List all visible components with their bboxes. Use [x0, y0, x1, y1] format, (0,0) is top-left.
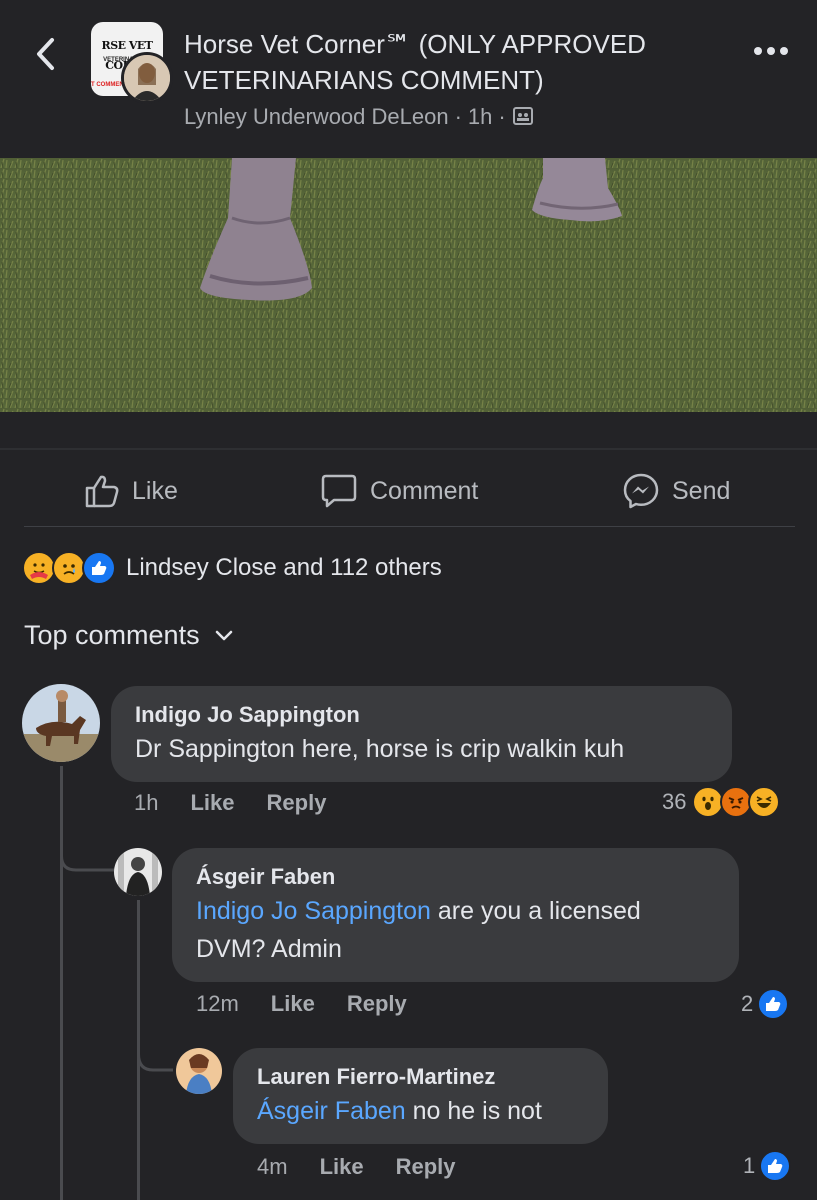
like-label: Like — [132, 476, 178, 505]
author-name[interactable]: Lynley Underwood DeLeon — [184, 104, 449, 129]
comment-reply-button[interactable]: Reply — [396, 1154, 456, 1180]
post-photo[interactable] — [0, 158, 817, 412]
comment-bubble-icon — [321, 474, 357, 508]
comment-button[interactable]: Comment — [320, 470, 478, 512]
commenter-name[interactable]: Ásgeir Faben — [196, 862, 715, 892]
comment-time[interactable]: 4m — [257, 1154, 288, 1180]
reaction-count: 1 — [743, 1153, 756, 1178]
reply-bubble[interactable]: Lauren Fierro-Martinez Ásgeir Faben no h… — [233, 1048, 608, 1144]
section-separator — [0, 448, 817, 450]
commenter-avatar[interactable] — [22, 684, 100, 762]
commenter-avatar[interactable] — [114, 848, 162, 896]
comment-actions: 12m Like Reply — [196, 991, 407, 1017]
comment-text: Ásgeir Faben no he is not — [257, 1092, 584, 1130]
group-privacy-icon — [512, 107, 533, 125]
comment-actions: 1h Like Reply — [134, 790, 326, 816]
reactions-summary[interactable]: Lindsey Close and 112 others — [22, 550, 442, 586]
comment-reply-button[interactable]: Reply — [347, 991, 407, 1017]
comment-time[interactable]: 1h — [134, 790, 158, 816]
reaction-count: 36 — [662, 789, 687, 814]
like-reaction-icon — [82, 551, 116, 585]
commenter-name[interactable]: Lauren Fierro-Martinez — [257, 1062, 584, 1092]
comment-actions: 4m Like Reply — [257, 1154, 456, 1180]
comment-sort-dropdown[interactable]: Top comments — [24, 620, 234, 651]
group-title[interactable]: Horse Vet Corner℠ (ONLY APPROVED VETERIN… — [184, 26, 724, 98]
haha-reaction-icon — [748, 786, 781, 818]
comment-text-part: are you a licensed — [430, 897, 641, 925]
care-reaction-icon — [22, 551, 56, 585]
top-comments-label: Top comments — [24, 620, 200, 650]
reply-bubble[interactable]: Ásgeir Faben Indigo Jo Sappington are yo… — [172, 848, 739, 982]
mention-link[interactable]: Ásgeir Faben — [257, 1097, 406, 1125]
comment-like-button[interactable]: Like — [271, 991, 315, 1017]
comment-text: Dr Sappington here, horse is crip walkin… — [135, 735, 625, 763]
comment-reply-button[interactable]: Reply — [267, 790, 327, 816]
reactions-text: Lindsey Close and 112 others — [126, 554, 442, 581]
messenger-icon — [623, 473, 659, 509]
comment-reactions[interactable]: 1 — [743, 1150, 792, 1182]
post-meta: Lynley Underwood DeLeon · 1h · — [184, 104, 534, 130]
author-avatar[interactable] — [121, 52, 173, 104]
more-options-icon[interactable] — [753, 44, 789, 58]
comment-reactions[interactable]: 2 — [741, 988, 790, 1020]
comment-reactions[interactable]: 36 — [662, 786, 781, 818]
commenter-name[interactable]: Indigo Jo Sappington — [135, 700, 708, 730]
send-label: Send — [672, 476, 731, 505]
thumbs-up-icon — [85, 475, 119, 508]
comment-bubble[interactable]: Indigo Jo Sappington Dr Sappington here,… — [111, 686, 732, 782]
comment-text-part: DVM? Admin — [196, 935, 342, 963]
back-chevron-icon[interactable] — [30, 34, 64, 74]
send-button[interactable]: Send — [622, 470, 730, 512]
like-button[interactable]: Like — [84, 470, 178, 512]
mention-link[interactable]: Indigo Jo Sappington — [196, 897, 431, 925]
comment-text: Indigo Jo Sappington are you a licensed D… — [196, 892, 715, 968]
divider — [24, 526, 795, 527]
sad-reaction-icon — [52, 551, 86, 585]
comment-label: Comment — [370, 476, 479, 505]
comment-like-button[interactable]: Like — [320, 1154, 364, 1180]
like-reaction-icon — [759, 1150, 792, 1182]
chevron-down-icon — [215, 630, 232, 640]
reaction-count: 2 — [741, 991, 754, 1016]
comment-text-part: no he is not — [405, 1097, 542, 1125]
comment-time[interactable]: 12m — [196, 991, 239, 1017]
thread-line — [60, 766, 63, 1200]
commenter-avatar[interactable] — [176, 1048, 222, 1094]
comment-like-button[interactable]: Like — [190, 790, 234, 816]
like-reaction-icon — [757, 988, 790, 1020]
post-time[interactable]: 1h — [468, 104, 492, 129]
thread-connector — [137, 1030, 173, 1072]
